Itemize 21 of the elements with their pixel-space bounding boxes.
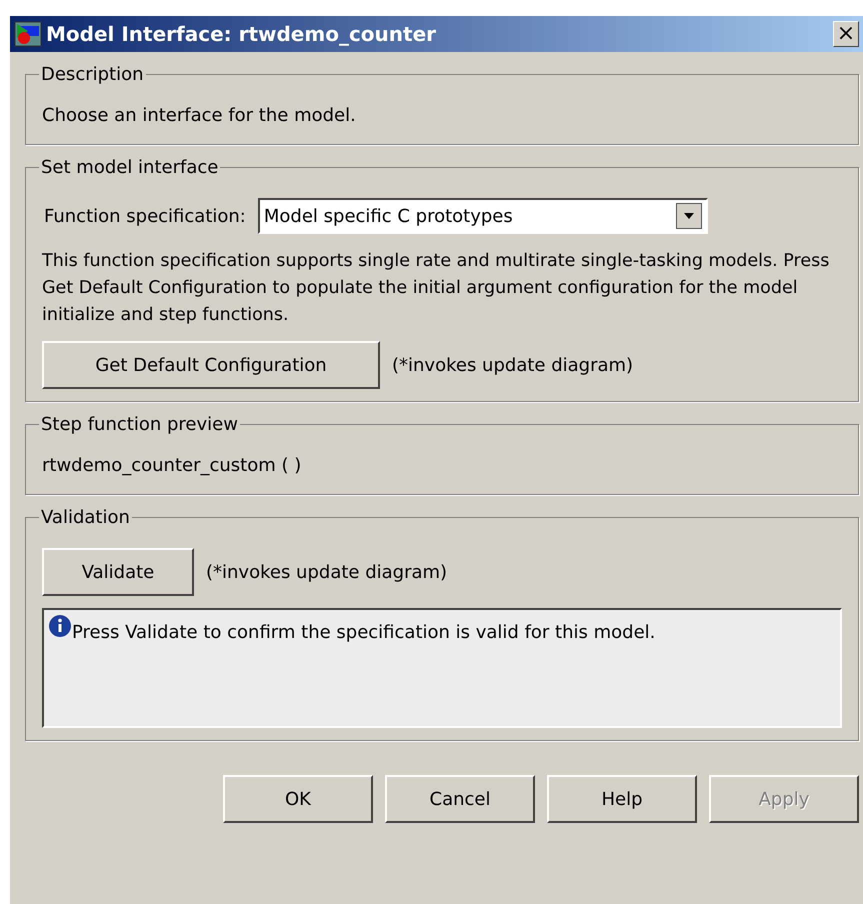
group-title: Description bbox=[40, 64, 145, 85]
description-text: Choose an interface for the model. bbox=[42, 104, 357, 128]
preview-text: rtwdemo_counter_custom ( ) bbox=[42, 454, 302, 478]
group-title: Validation bbox=[40, 507, 131, 528]
info-icon bbox=[48, 614, 72, 638]
field-label: Function specification: bbox=[44, 206, 246, 226]
message-text: Press Validate to confirm the specification is valid for this model. bbox=[72, 622, 656, 643]
dialog-button[interactable]: Help bbox=[547, 775, 697, 823]
group-title: Step function preview bbox=[40, 414, 239, 435]
note-text: (*invokes update diagram) bbox=[392, 354, 634, 376]
dialog-button[interactable]: Cancel bbox=[385, 775, 535, 823]
get-default-button[interactable]: Get Default Configuration bbox=[42, 341, 380, 389]
note-text: (*invokes update diagram) bbox=[206, 562, 448, 582]
validate-button[interactable]: Validate bbox=[42, 548, 194, 596]
group-title: Set model interface bbox=[40, 157, 220, 178]
dialog-button[interactable]: OK bbox=[223, 775, 373, 823]
function-spec-dropdown[interactable]: Model specific C prototypes bbox=[258, 198, 708, 234]
app-icon bbox=[14, 21, 42, 47]
close-button[interactable]: × bbox=[833, 21, 859, 47]
window-title: Model Interface: rtwdemo_counter bbox=[46, 22, 438, 46]
info-text: This function specification supports single rate and multirate single-tasking models. Press Get Default Configuration to populate the initial argument configuration for the model initialize and step functions. bbox=[42, 250, 830, 327]
